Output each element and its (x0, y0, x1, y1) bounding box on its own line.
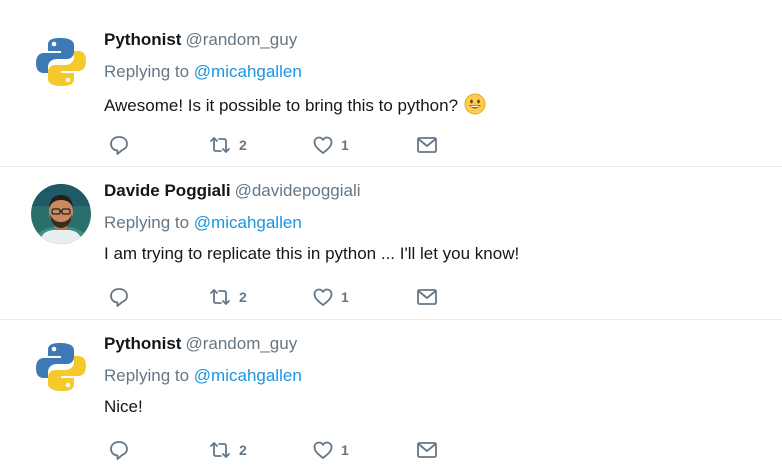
tweet-text-content: Nice! (104, 397, 143, 416)
user-handle[interactable]: @random_guy (185, 334, 297, 353)
display-name[interactable]: Davide Poggiali (104, 181, 231, 200)
like-count: 1 (341, 289, 349, 305)
direct-message-button[interactable] (416, 285, 438, 309)
tweet-text-content: I am trying to replicate this in python … (104, 244, 520, 263)
replying-to: Replying to @micahgallen (104, 366, 302, 386)
retweet-button[interactable]: 2 (208, 133, 247, 157)
replying-to-label: Replying to (104, 213, 190, 232)
user-handle[interactable]: @random_guy (185, 30, 297, 49)
like-count: 1 (341, 137, 349, 153)
tweet-header: Pythonist @random_guy (104, 30, 297, 50)
tweet[interactable]: Pythonist @random_guy Replying to @micahg… (0, 320, 782, 472)
like-button[interactable]: 1 (312, 438, 349, 462)
avatar[interactable] (31, 184, 91, 244)
heart-icon (313, 136, 333, 154)
like-count: 1 (341, 442, 349, 458)
retweet-icon (210, 442, 230, 458)
like-button[interactable]: 1 (312, 285, 349, 309)
reply-button[interactable] (108, 438, 130, 462)
reply-button[interactable] (108, 285, 130, 309)
mention-link[interactable]: @micahgallen (194, 366, 302, 385)
tweet-text: I am trying to replicate this in python … (104, 244, 519, 264)
mention-link[interactable]: @micahgallen (194, 213, 302, 232)
user-photo-icon (31, 184, 91, 244)
tweet-text-content: Awesome! Is it possible to bring this to… (104, 96, 459, 115)
replying-to: Replying to @micahgallen (104, 62, 302, 82)
heart-icon (313, 288, 333, 306)
replying-to-label: Replying to (104, 62, 190, 81)
retweet-icon (210, 289, 230, 305)
direct-message-button[interactable] (416, 133, 438, 157)
retweet-button[interactable]: 2 (208, 285, 247, 309)
retweet-icon (210, 137, 230, 153)
retweet-count: 2 (239, 289, 247, 305)
reply-button[interactable] (108, 133, 130, 157)
python-logo-icon (36, 343, 86, 391)
user-handle[interactable]: @davidepoggiali (235, 181, 361, 200)
tweet-actions: 2 1 (104, 133, 464, 157)
reply-thread: Pythonist @random_guy Replying to @micahg… (0, 0, 782, 472)
avatar[interactable] (31, 337, 91, 397)
grinning-face-icon (464, 93, 486, 120)
tweet[interactable]: Pythonist @random_guy Replying to @micahg… (0, 0, 782, 166)
tweet[interactable]: Davide Poggiali @davidepoggiali Replying … (0, 167, 782, 319)
envelope-icon (417, 442, 437, 458)
mention-link[interactable]: @micahgallen (194, 62, 302, 81)
tweet-actions: 2 1 (104, 438, 464, 462)
retweet-button[interactable]: 2 (208, 438, 247, 462)
envelope-icon (417, 137, 437, 153)
display-name[interactable]: Pythonist (104, 334, 181, 353)
tweet-text: Nice! (104, 397, 143, 417)
display-name[interactable]: Pythonist (104, 30, 181, 49)
retweet-count: 2 (239, 137, 247, 153)
tweet-header: Davide Poggiali @davidepoggiali (104, 181, 361, 201)
reply-icon (110, 288, 128, 307)
heart-icon (313, 441, 333, 459)
direct-message-button[interactable] (416, 438, 438, 462)
retweet-count: 2 (239, 442, 247, 458)
envelope-icon (417, 289, 437, 305)
tweet-header: Pythonist @random_guy (104, 334, 297, 354)
replying-to: Replying to @micahgallen (104, 213, 302, 233)
reply-icon (110, 136, 128, 155)
python-logo-icon (36, 38, 86, 86)
tweet-actions: 2 1 (104, 285, 464, 309)
tweet-text: Awesome! Is it possible to bring this to… (104, 93, 486, 120)
avatar[interactable] (31, 32, 91, 92)
like-button[interactable]: 1 (312, 133, 349, 157)
reply-icon (110, 441, 128, 460)
replying-to-label: Replying to (104, 366, 190, 385)
